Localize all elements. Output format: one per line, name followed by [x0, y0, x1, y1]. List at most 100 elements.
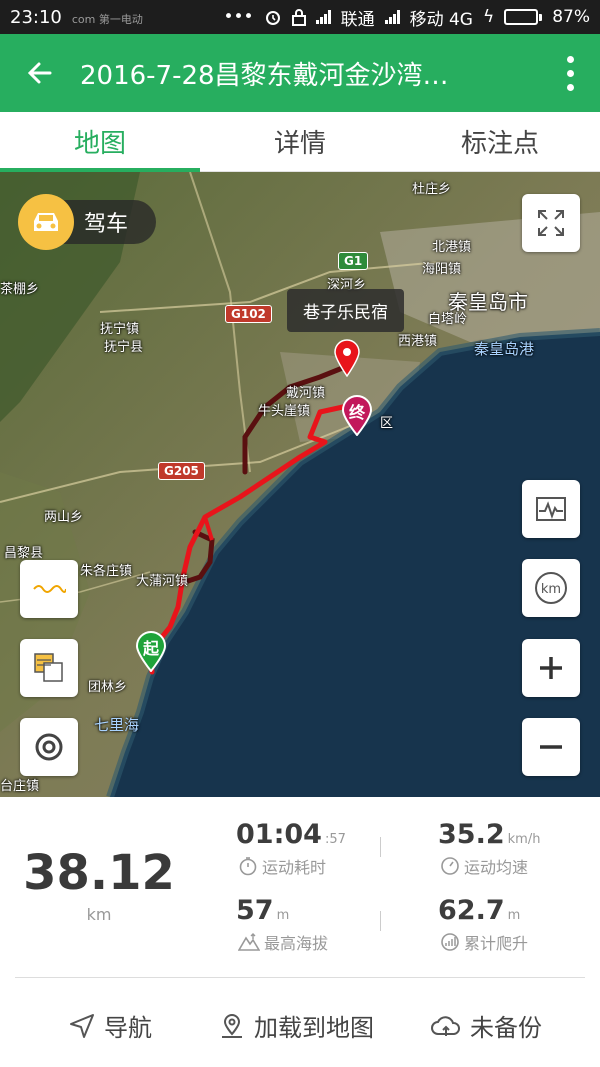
overflow-menu-button[interactable] [540, 34, 600, 112]
distance-block: 38.12 km [20, 845, 178, 924]
satellite-map-image [0, 172, 600, 797]
app-bar: 2016-7-28昌黎东戴河金沙湾… [0, 34, 600, 112]
map-layers-button[interactable] [20, 639, 78, 697]
distance-unit: km [86, 905, 112, 924]
end-marker[interactable]: 终 [340, 394, 374, 440]
speed-label-row: 运动均速 [440, 854, 528, 878]
battery-percent: 87% [552, 7, 590, 27]
elevation-chart-button[interactable] [522, 480, 580, 538]
back-button[interactable] [0, 34, 80, 112]
speed-value: 35.2 km/h [438, 819, 540, 850]
map-label-changli: 昌黎县 [4, 546, 44, 561]
zoom-in-button[interactable] [522, 639, 580, 697]
action-bar: 导航 加载到地图 未备份 [0, 978, 600, 1067]
minus-icon [540, 745, 562, 749]
map-label-taitou: 台庄镇 [0, 779, 40, 794]
map-label-dapu: 大蒲河镇 [136, 574, 189, 589]
climb-icon [441, 933, 459, 951]
map-label-daihe: 戴河镇 [286, 386, 326, 401]
load-to-map-label: 加载到地图 [254, 1014, 374, 1042]
duration-value: 01:04:57 [236, 819, 346, 850]
speed-main: 35.2 [438, 819, 505, 850]
altitude-label-row: 最高海拔 [238, 930, 328, 954]
map-label-district: 区 [380, 416, 394, 431]
duration-seconds: :57 [324, 832, 346, 847]
altitude-unit: m [276, 908, 290, 923]
more-dots-icon: ••• [223, 7, 254, 27]
wave-icon [33, 585, 66, 593]
battery-icon [504, 9, 543, 25]
chart-icon [536, 497, 566, 521]
map-label-tuanlin: 团林乡 [88, 680, 128, 695]
distance-value: 38.12 [23, 845, 175, 901]
duration-main: 01:04 [236, 819, 322, 850]
map-label-xigang: 西港镇 [398, 334, 438, 349]
divider [380, 911, 381, 931]
layers-icon [34, 653, 63, 682]
track-style-button[interactable] [20, 560, 78, 618]
fullscreen-button[interactable] [522, 194, 580, 252]
map-label-funing-county: 抚宁县 [104, 340, 144, 355]
signal-icon-2 [384, 10, 400, 24]
tab-markers[interactable]: 标注点 [400, 112, 600, 171]
km-markers-button[interactable]: km [522, 559, 580, 617]
map-label-haiyang: 海阳镇 [422, 262, 462, 277]
page-title: 2016-7-28昌黎东戴河金沙湾… [80, 60, 449, 91]
carrier-1: 联通 [340, 9, 375, 30]
plus-icon [540, 657, 562, 679]
backup-label: 未备份 [470, 1014, 542, 1042]
locate-icon [35, 733, 63, 761]
highway-g205: G205 [158, 462, 205, 480]
navigation-arrow-icon [70, 1013, 94, 1038]
carrier-2: 移动 4G [409, 9, 473, 30]
speed-label: 运动均速 [464, 858, 529, 877]
status-time: 23:10 [10, 6, 62, 28]
climb-value: 62.7 m [438, 895, 520, 926]
altitude-main: 57 [236, 895, 274, 926]
map-label-qili: 七里海 [94, 716, 140, 734]
charging-icon: ϟ [482, 7, 495, 27]
status-bar: 23:10 com 第一电动 ••• 联通 移动 4G ϟ 87% [0, 0, 600, 34]
svg-text:km: km [541, 582, 561, 597]
map-view[interactable]: 杜庄乡 北港镇 海阳镇 秦皇岛市 白塔岭 西港镇 秦皇岛港 深河乡 茶棚乡 抚宁… [0, 172, 600, 797]
location-tooltip: 巷子乐民宿 [287, 289, 404, 332]
drive-mode-chip[interactable]: 驾车 [18, 194, 157, 250]
climb-unit: m [507, 908, 521, 923]
duration-label: 运动耗时 [262, 858, 327, 877]
duration-label-row: 运动耗时 [238, 854, 326, 878]
tab-map[interactable]: 地图 [0, 112, 200, 172]
fullscreen-icon [538, 210, 564, 236]
map-label-quzhuang: 朱各庄镇 [80, 564, 133, 579]
back-arrow-icon [27, 62, 52, 84]
highway-g1: G1 [338, 252, 369, 270]
start-marker[interactable]: 起 [134, 630, 168, 676]
navigate-label: 导航 [104, 1014, 152, 1042]
zoom-out-button[interactable] [522, 718, 580, 776]
locate-button[interactable] [20, 718, 78, 776]
map-label-qinhuangdao-port: 秦皇岛港 [474, 340, 535, 358]
speedometer-icon [441, 857, 459, 875]
backup-button[interactable]: 未备份 [430, 1008, 542, 1043]
location-pin-icon[interactable] [333, 339, 361, 377]
map-label-beigang: 北港镇 [432, 240, 472, 255]
load-to-map-button[interactable]: 加载到地图 [218, 1008, 374, 1043]
km-icon: km [535, 572, 567, 604]
divider [380, 837, 381, 857]
alarm-icon [265, 11, 280, 25]
map-label-duzhuang: 杜庄乡 [412, 182, 452, 197]
end-marker-label: 终 [348, 403, 365, 422]
start-marker-label: 起 [142, 639, 159, 658]
signal-icon [315, 10, 331, 24]
tab-details[interactable]: 详情 [200, 112, 400, 171]
lock-icon [291, 9, 306, 26]
car-icon [18, 194, 74, 250]
highway-g102: G102 [225, 305, 272, 323]
mountain-icon [238, 933, 260, 951]
trip-stats: 38.12 km 01:04:57 运动耗时 35.2 km/h 运动均速 57 m… [0, 797, 600, 977]
climb-label: 累计爬升 [464, 934, 529, 953]
map-label-baitang: 白塔岭 [428, 312, 468, 327]
watermark: com 第一电动 [71, 12, 143, 26]
navigate-button[interactable]: 导航 [68, 1008, 152, 1043]
cloud-upload-icon [431, 1015, 460, 1036]
speed-unit: km/h [507, 832, 541, 847]
